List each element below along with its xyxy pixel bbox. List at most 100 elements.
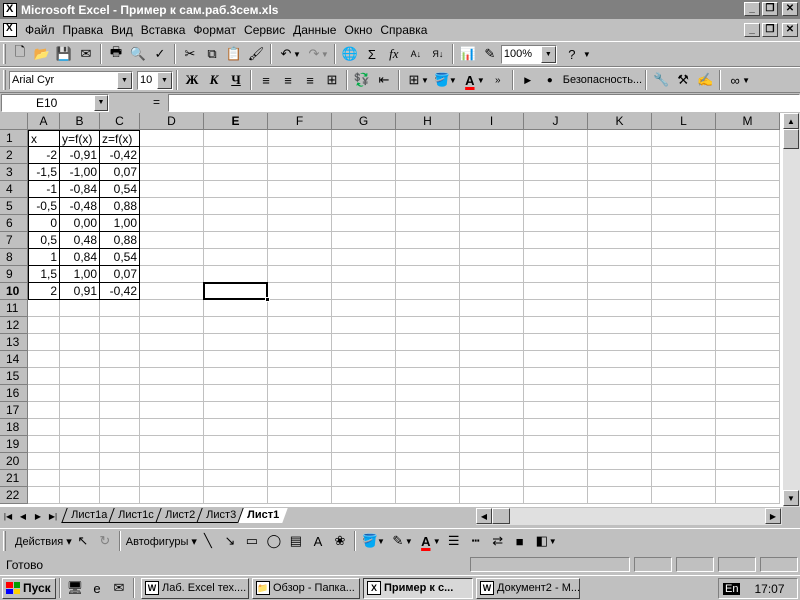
row-header[interactable]: 18: [0, 419, 28, 436]
grid-cell[interactable]: [652, 164, 716, 181]
grid-cell[interactable]: [716, 164, 780, 181]
select-objects-icon[interactable]: ↖: [72, 530, 94, 552]
grid-cell[interactable]: [396, 181, 460, 198]
draw-font-color-dropdown-icon[interactable]: ▼: [433, 537, 441, 546]
grid-cell[interactable]: [268, 453, 332, 470]
row-header[interactable]: 17: [0, 402, 28, 419]
column-header[interactable]: D: [140, 113, 204, 130]
grid-cell[interactable]: [140, 283, 204, 300]
grid-cell[interactable]: [396, 198, 460, 215]
bold-button[interactable]: Ж: [181, 69, 203, 91]
grid-cell[interactable]: [396, 368, 460, 385]
grid-cell[interactable]: [460, 419, 524, 436]
grid-cell[interactable]: [332, 266, 396, 283]
menu-view[interactable]: Вид: [107, 23, 137, 37]
grid-cell[interactable]: [652, 198, 716, 215]
grid-cell[interactable]: [204, 470, 268, 487]
grid-cell[interactable]: 0,54: [100, 249, 140, 266]
grid-cell[interactable]: [332, 317, 396, 334]
grid-cell[interactable]: [460, 283, 524, 300]
scroll-up-icon[interactable]: ▲: [783, 113, 799, 129]
record-macro-icon[interactable]: ●: [539, 69, 561, 91]
grid-cell[interactable]: [524, 147, 588, 164]
grid-cell[interactable]: [460, 266, 524, 283]
grid-cell[interactable]: [396, 317, 460, 334]
row-header[interactable]: 6: [0, 215, 28, 232]
fill-handle[interactable]: [265, 297, 270, 302]
grid-cell[interactable]: [332, 419, 396, 436]
grid-cell[interactable]: [716, 266, 780, 283]
grid-cell[interactable]: [100, 351, 140, 368]
grid-cell[interactable]: [716, 368, 780, 385]
grid-cell[interactable]: [652, 351, 716, 368]
format-painter-icon[interactable]: 🖌: [245, 43, 267, 65]
grid-cell[interactable]: [140, 215, 204, 232]
grid-cell[interactable]: [268, 436, 332, 453]
font-name-select[interactable]: Arial Cyr ▼: [9, 70, 133, 90]
grid-cell[interactable]: [100, 470, 140, 487]
grid-cell[interactable]: [524, 470, 588, 487]
grid-cell[interactable]: [460, 317, 524, 334]
column-header[interactable]: C: [100, 113, 140, 130]
row-header[interactable]: 14: [0, 351, 28, 368]
grid-cell[interactable]: [28, 402, 60, 419]
toolbar-overflow-icon[interactable]: »: [487, 69, 509, 91]
column-header[interactable]: L: [652, 113, 716, 130]
borders-dropdown-icon[interactable]: ▼: [421, 76, 429, 85]
grid-cell[interactable]: [716, 317, 780, 334]
save-icon[interactable]: 💾: [53, 43, 75, 65]
grid-cell[interactable]: [652, 266, 716, 283]
grid-cell[interactable]: [140, 266, 204, 283]
grid-cell[interactable]: [396, 436, 460, 453]
toolbar-options-icon[interactable]: ▼: [583, 50, 591, 59]
minimize-button[interactable]: _: [744, 2, 760, 16]
grid-cell[interactable]: [716, 419, 780, 436]
grid-cell[interactable]: [396, 402, 460, 419]
grid-cell[interactable]: [28, 300, 60, 317]
underline-button[interactable]: Ч: [225, 69, 247, 91]
grid-cell[interactable]: [396, 385, 460, 402]
grid-cell[interactable]: [332, 164, 396, 181]
text-box-icon[interactable]: ▤: [285, 530, 307, 552]
grid-cell[interactable]: [100, 419, 140, 436]
row-header[interactable]: 5: [0, 198, 28, 215]
grid-cell[interactable]: [268, 368, 332, 385]
row-header[interactable]: 3: [0, 164, 28, 181]
grid-cell[interactable]: [28, 317, 60, 334]
grid-cell[interactable]: [396, 487, 460, 504]
grid-cell[interactable]: [204, 147, 268, 164]
grid-cell[interactable]: 0,07: [100, 164, 140, 181]
grid-cell[interactable]: [268, 334, 332, 351]
show-desktop-icon[interactable]: 🖥: [64, 577, 86, 599]
grid-cell[interactable]: [588, 181, 652, 198]
font-size-select[interactable]: 10 ▼: [137, 70, 173, 90]
grid-cell[interactable]: [524, 385, 588, 402]
chevron-down-icon[interactable]: ▼: [540, 45, 556, 63]
sort-descending-icon[interactable]: Я↓: [427, 43, 449, 65]
grid-cell[interactable]: [396, 300, 460, 317]
grid-cell[interactable]: 0,84: [60, 249, 100, 266]
grid-cell[interactable]: [588, 487, 652, 504]
grid-cell[interactable]: [204, 351, 268, 368]
doc-restore-button[interactable]: ❐: [762, 23, 778, 37]
grid-cell[interactable]: [524, 266, 588, 283]
autoshapes-menu-button[interactable]: Автофигуры ▾: [126, 535, 197, 548]
grid-cell[interactable]: [396, 249, 460, 266]
grid-cell[interactable]: [588, 300, 652, 317]
grid-cell[interactable]: [716, 215, 780, 232]
grid-cell[interactable]: [716, 130, 780, 147]
grid-cell[interactable]: [460, 130, 524, 147]
column-header[interactable]: I: [460, 113, 524, 130]
grid-cell[interactable]: [332, 385, 396, 402]
row-header[interactable]: 15: [0, 368, 28, 385]
grid-cell[interactable]: [140, 436, 204, 453]
grid-cell[interactable]: [268, 147, 332, 164]
excel-app-icon[interactable]: [3, 2, 17, 17]
grid-cell[interactable]: [460, 147, 524, 164]
grid-cell[interactable]: [460, 249, 524, 266]
grid-cell[interactable]: [100, 453, 140, 470]
outlook-icon[interactable]: ✉: [108, 577, 130, 599]
grid-cell[interactable]: [588, 147, 652, 164]
grid-cell[interactable]: [268, 317, 332, 334]
grid-cell[interactable]: [652, 147, 716, 164]
